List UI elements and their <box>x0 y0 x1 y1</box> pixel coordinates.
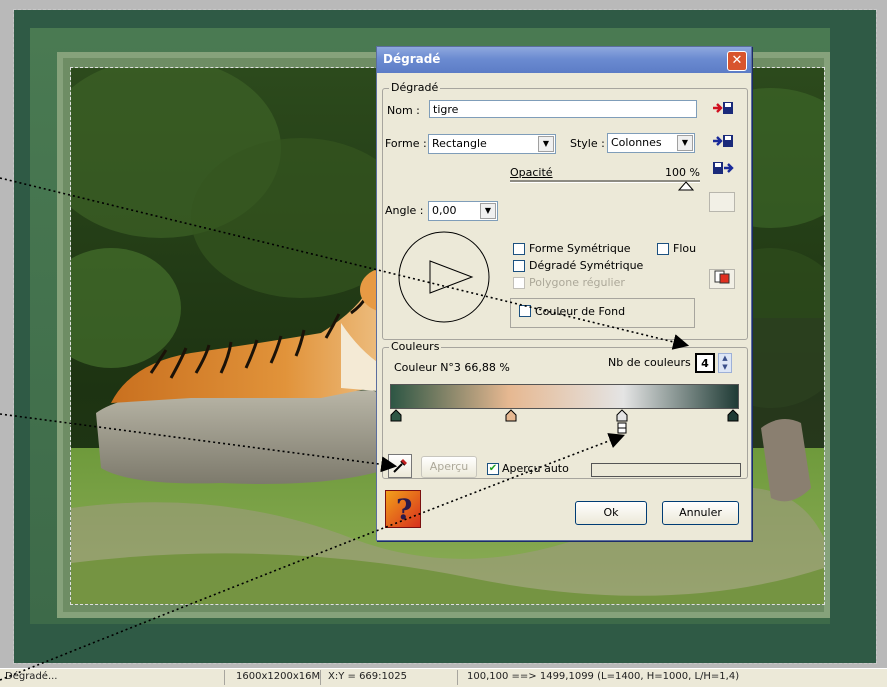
status-selection: 100,100 ==> 1499,1099 (L=1400, H=1000, L… <box>467 671 740 682</box>
opacity-value: 100 % <box>665 166 700 179</box>
chevron-down-icon: ▼ <box>480 203 496 219</box>
opacity-slider-track[interactable] <box>510 180 700 183</box>
symmetric-gradient-checkbox[interactable] <box>513 260 525 272</box>
symmetric-shape-checkbox[interactable] <box>513 243 525 255</box>
style-label: Style : <box>570 137 605 150</box>
load-icon <box>713 162 734 174</box>
eyedropper-button[interactable] <box>388 454 412 478</box>
gradient-stop-3[interactable] <box>616 409 628 439</box>
auto-preview-checkbox[interactable]: ✔ <box>487 463 499 475</box>
angle-select[interactable]: 0,00 ▼ <box>428 201 498 221</box>
colors-group-label: Couleurs <box>389 340 442 353</box>
ok-button[interactable]: Ok <box>575 501 647 525</box>
status-mode: Dégradé... <box>5 671 58 682</box>
angle-label: Angle : <box>385 204 424 217</box>
copy-button[interactable] <box>709 269 735 289</box>
symmetric-shape-label: Forme Symétrique <box>529 242 631 255</box>
progress-bar <box>591 463 741 477</box>
blur-label: Flou <box>673 242 697 255</box>
empty-tool-button[interactable] <box>709 192 735 212</box>
regular-polygon-checkbox[interactable] <box>513 277 525 289</box>
save-icon <box>713 135 733 147</box>
chevron-down-icon: ▼ <box>538 136 554 152</box>
status-separator <box>320 670 321 685</box>
color-count-spinner[interactable]: ▲ ▼ <box>718 353 732 373</box>
gradient-stop-2[interactable] <box>505 409 517 423</box>
status-cursor: X:Y = 669:1025 <box>328 671 407 682</box>
gradient-group-label: Dégradé <box>389 81 441 94</box>
save-as-button[interactable] <box>710 133 736 153</box>
preview-button-label: Aperçu <box>429 460 469 473</box>
status-image-info: 1600x1200x16M <box>236 671 321 682</box>
eyedropper-icon <box>393 459 407 473</box>
help-icon: ? <box>396 493 412 526</box>
save-gradient-button[interactable] <box>710 100 736 120</box>
style-select-value: Colonnes <box>611 136 662 149</box>
preview-button[interactable]: Aperçu <box>421 456 477 478</box>
close-button[interactable]: ✕ <box>727 51 747 71</box>
status-bar: Dégradé... 1600x1200x16M X:Y = 669:1025 … <box>0 668 887 687</box>
dialog-titlebar[interactable]: Dégradé ✕ <box>377 47 751 73</box>
cancel-button[interactable]: Annuler <box>662 501 739 525</box>
style-select[interactable]: Colonnes ▼ <box>607 133 695 153</box>
gradient-dialog: Dégradé ✕ Dégradé Nom : tigre Forme : Re… <box>376 46 752 541</box>
regular-polygon-label: Polygone régulier <box>529 276 625 289</box>
gradient-stop-1[interactable] <box>390 409 402 423</box>
chevron-down-icon: ▼ <box>677 135 693 151</box>
symmetric-gradient-label: Dégradé Symétrique <box>529 259 644 272</box>
background-color-label: Couleur de Fond <box>535 305 626 318</box>
color-count-input[interactable]: 4 <box>695 353 715 373</box>
copy-icon <box>714 270 730 284</box>
shape-select-value: Rectangle <box>432 137 487 150</box>
status-separator <box>224 670 225 685</box>
spinner-up-icon[interactable]: ▲ <box>719 354 731 363</box>
name-label: Nom : <box>387 104 420 117</box>
auto-preview-label: Aperçu auto <box>502 462 569 475</box>
name-input[interactable]: tigre <box>429 100 697 118</box>
help-button[interactable]: ? <box>385 490 421 528</box>
background-color-checkbox[interactable] <box>519 305 531 317</box>
save-icon <box>713 102 733 114</box>
shape-label: Forme : <box>385 137 427 150</box>
gradient-preview-bar[interactable] <box>390 384 739 409</box>
dialog-title: Dégradé <box>383 52 441 66</box>
blur-checkbox[interactable] <box>657 243 669 255</box>
spinner-down-icon[interactable]: ▼ <box>719 363 731 372</box>
angle-wheel[interactable] <box>397 230 491 324</box>
opacity-label: Opacité <box>510 166 553 179</box>
opacity-slider-thumb[interactable] <box>678 181 694 191</box>
status-separator <box>457 670 458 685</box>
load-gradient-button[interactable] <box>710 160 736 180</box>
color-count-label: Nb de couleurs : <box>608 356 698 369</box>
current-color-text: Couleur N°3 66,88 % <box>394 361 510 374</box>
shape-select[interactable]: Rectangle ▼ <box>428 134 556 154</box>
gradient-stop-4[interactable] <box>727 409 739 423</box>
angle-select-value: 0,00 <box>432 204 457 217</box>
svg-text:?: ? <box>396 493 412 526</box>
gradient-stops <box>390 409 739 439</box>
